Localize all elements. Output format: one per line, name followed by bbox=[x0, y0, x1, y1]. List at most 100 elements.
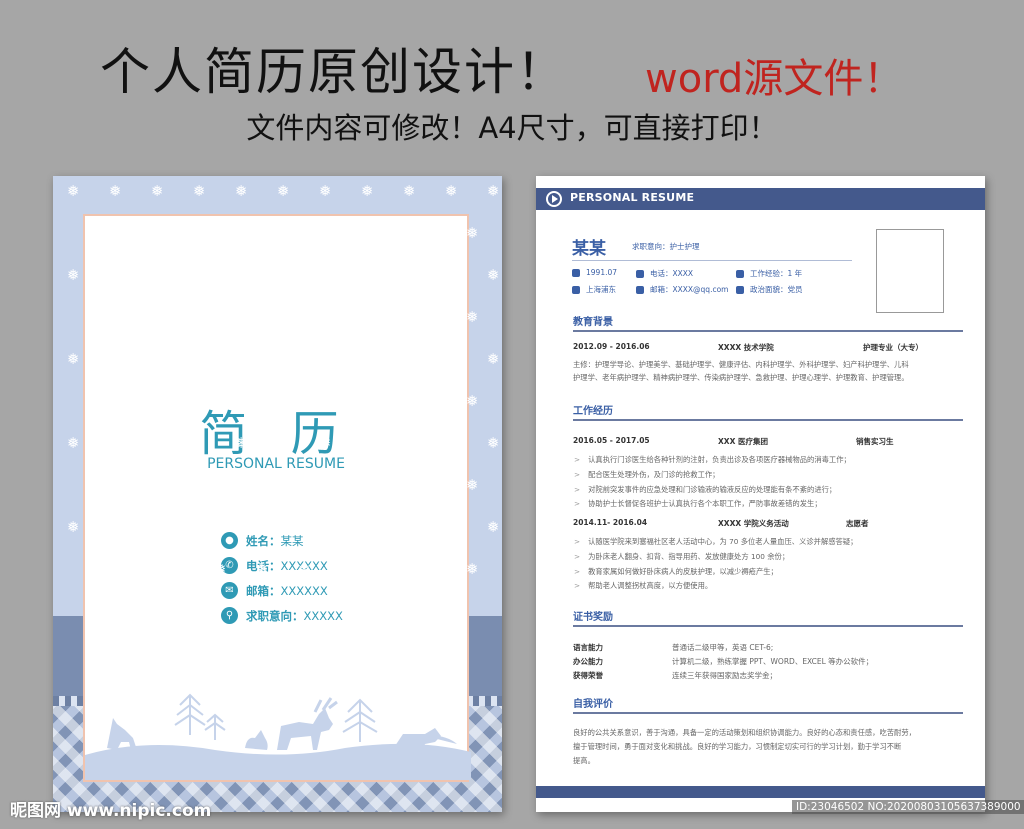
snowflake-icon: ❅ bbox=[88, 476, 101, 494]
snowflake-icon: ❅ bbox=[382, 224, 395, 242]
resume-content-page: PERSONAL RESUME 某某 求职意向：护士护理 1991.07 电话：… bbox=[536, 176, 985, 812]
section-divider bbox=[573, 625, 963, 627]
arrow-icon: > bbox=[574, 499, 581, 508]
snowflake-icon: ❅ bbox=[487, 434, 500, 452]
section-title-certs: 证书奖励 bbox=[573, 612, 613, 623]
snowflake-icon: ❅ bbox=[361, 350, 374, 368]
meta-politics: 政治面貌：党员 bbox=[736, 284, 803, 295]
edu-courses-line-2: 护理学、老年病护理学、精神病护理学、传染病护理学、急救护理、护理心理学、护理教育… bbox=[573, 373, 909, 382]
snowflake-icon: ❅ bbox=[235, 518, 248, 536]
snowflake-icon: ❅ bbox=[130, 560, 143, 578]
job-item: > 协助护士长督促各班护士认真执行各个本职工作，严防事故差错的发生； bbox=[574, 499, 822, 508]
candidate-name: 某某 bbox=[572, 239, 606, 259]
self-line: 擅于管理时间，勇于面对变化和挑战。良好的学习能力，习惯制定切实可行的学习计划，勤… bbox=[573, 742, 902, 751]
snowflake-icon: ❅ bbox=[361, 266, 374, 284]
job-item: > 帮助老人调整拐杖高度，以方便使用。 bbox=[574, 581, 713, 590]
job-period: 2014.11- 2016.04 bbox=[573, 518, 648, 527]
snowflake-icon: ❅ bbox=[340, 224, 353, 242]
field-label: 邮箱： bbox=[246, 583, 281, 598]
cert-value: 普通话二级甲等，英语 CET-6; bbox=[672, 643, 774, 652]
snowflake-icon: ❅ bbox=[487, 182, 500, 200]
snowflake-icon: ❅ bbox=[319, 266, 332, 284]
arrow-icon: > bbox=[574, 485, 581, 494]
edu-school: XXXX 技术学院 bbox=[718, 343, 774, 352]
job-org: XXXX 学院义务活动 bbox=[718, 519, 789, 528]
mail-icon: ✉ bbox=[221, 582, 238, 599]
snowflake-icon: ❅ bbox=[277, 434, 290, 452]
job-item: > 教育家属如何做好卧床病人的皮肤护理，以减少褥疮产生； bbox=[574, 567, 778, 576]
snowflake-icon: ❅ bbox=[277, 266, 290, 284]
play-icon bbox=[546, 191, 562, 207]
snowflake-icon: ❅ bbox=[466, 560, 479, 578]
edu-courses-line-1: 主修：护理学导论、护理美学、基础护理学、健康评估、内科护理学、外科护理学、妇产科… bbox=[573, 360, 909, 369]
field-value: XXXXX bbox=[303, 608, 343, 623]
arrow-icon: > bbox=[574, 552, 581, 561]
snowflake-icon: ❅ bbox=[193, 434, 206, 452]
chat-icon bbox=[736, 270, 744, 278]
snowflake-icon: ❅ bbox=[214, 224, 227, 242]
snowflake-icon: ❅ bbox=[298, 308, 311, 326]
snowflake-icon: ❅ bbox=[235, 350, 248, 368]
meta-phone: 电话：XXXX bbox=[636, 268, 693, 279]
resume-cover-page: 简 历 PERSONAL RESUME ● 姓名： 某某 ✆ 电话： XXXXX… bbox=[53, 176, 502, 812]
watermark-logo: 昵图网 www.nipic.com bbox=[10, 801, 212, 821]
snowflake-icon: ❅ bbox=[130, 476, 143, 494]
snowflake-icon: ❅ bbox=[151, 518, 164, 536]
job-org: XXX 医疗集团 bbox=[718, 437, 768, 446]
meta-email: 邮箱：XXXX@qq.com bbox=[636, 284, 728, 295]
job-intent: 求职意向：护士护理 bbox=[632, 242, 700, 251]
arrow-icon: > bbox=[574, 455, 581, 464]
snowflake-icon: ❅ bbox=[445, 266, 458, 284]
snowflake-icon: ❅ bbox=[172, 476, 185, 494]
cover-info-list: ● 姓名： 某某 ✆ 电话： XXXXXX ✉ 邮箱： XXXXXX ⚲ 求职意… bbox=[221, 528, 343, 628]
snowflake-icon: ❅ bbox=[214, 308, 227, 326]
snowflake-icon: ❅ bbox=[403, 518, 416, 536]
section-divider bbox=[573, 712, 963, 714]
divider bbox=[572, 260, 852, 261]
resume-header-title: PERSONAL RESUME bbox=[570, 191, 695, 204]
snowflake-icon: ❅ bbox=[466, 308, 479, 326]
snowflake-icon: ❅ bbox=[277, 182, 290, 200]
field-value: XXXXXX bbox=[280, 583, 328, 598]
arrow-icon: > bbox=[574, 567, 581, 576]
snowflake-icon: ❅ bbox=[424, 392, 437, 410]
job-item: > 认随医学院来到塞福社区老人活动中心，为 70 多位老人量血压、义诊并解感答疑； bbox=[574, 537, 858, 546]
edu-period: 2012.09 - 2016.06 bbox=[573, 342, 650, 351]
resume-header-bar: PERSONAL RESUME bbox=[536, 188, 985, 210]
job-period: 2016.05 - 2017.05 bbox=[573, 436, 650, 445]
snowflake-icon: ❅ bbox=[403, 434, 416, 452]
job-item: > 对院前突发事件的应急处理和门诊输液的输液反应的处理能有条不紊的进行； bbox=[574, 485, 837, 494]
snowflake-icon: ❅ bbox=[340, 560, 353, 578]
snowflake-icon: ❅ bbox=[235, 182, 248, 200]
snowflake-icon: ❅ bbox=[109, 266, 122, 284]
self-line: 提高。 bbox=[573, 756, 595, 765]
snowflake-icon: ❅ bbox=[487, 266, 500, 284]
promo-headline: 个人简历原创设计！ word源文件！ bbox=[0, 22, 1024, 102]
snowflake-icon: ❅ bbox=[67, 350, 80, 368]
snowflake-icon: ❅ bbox=[193, 182, 206, 200]
snowflake-icon: ❅ bbox=[298, 560, 311, 578]
job-role: 志愿者 bbox=[846, 519, 869, 528]
snowflake-icon: ❅ bbox=[319, 350, 332, 368]
snowflake-icon: ❅ bbox=[172, 560, 185, 578]
snowflake-icon: ❅ bbox=[130, 308, 143, 326]
cover-field-phone: ✆ 电话： XXXXXX bbox=[221, 553, 343, 578]
field-label: 求职意向： bbox=[246, 608, 304, 623]
snowflake-icon: ❅ bbox=[361, 434, 374, 452]
snowflake-icon: ❅ bbox=[487, 518, 500, 536]
meta-experience: 工作经验：1 年 bbox=[736, 268, 802, 279]
self-line: 良好的公共关系意识，善于沟通，具备一定的活动策划和组织协调能力。良好的心态和责任… bbox=[573, 728, 916, 737]
snowflake-icon: ❅ bbox=[466, 476, 479, 494]
snowflake-icon: ❅ bbox=[151, 182, 164, 200]
headline-accent: word源文件！ bbox=[645, 56, 904, 102]
mail-icon bbox=[636, 286, 644, 294]
snowflake-icon: ❅ bbox=[256, 392, 269, 410]
job-item: > 配合医生处理外伤，及门诊的抢救工作； bbox=[574, 470, 720, 479]
cover-frame: 简 历 PERSONAL RESUME ● 姓名： 某某 ✆ 电话： XXXXX… bbox=[83, 214, 471, 782]
snowflake-icon: ❅ bbox=[445, 350, 458, 368]
snowflake-icon: ❅ bbox=[277, 350, 290, 368]
edu-major: 护理专业（大专） bbox=[863, 343, 923, 352]
job-item: > 认真执行门诊医生给各种针剂的注射，负责出诊及各项医疗器械物品的消毒工作； bbox=[574, 455, 851, 464]
snowflake-icon: ❅ bbox=[361, 182, 374, 200]
snowflake-icon: ❅ bbox=[466, 224, 479, 242]
